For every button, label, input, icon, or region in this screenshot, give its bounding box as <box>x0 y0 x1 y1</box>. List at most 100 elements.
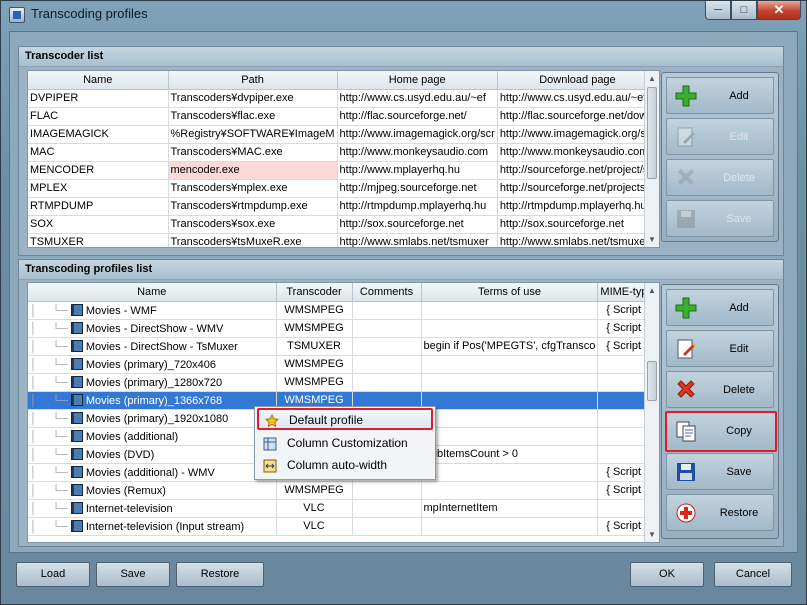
table-row[interactable]: │ └─ Internet-television VLC mpInternetIte… <box>28 499 657 518</box>
ok-button[interactable]: OK <box>630 562 704 587</box>
table-cell[interactable] <box>352 337 422 356</box>
table-cell[interactable]: http://sox.sourceforge.net <box>497 215 659 234</box>
add-profile-button[interactable]: Add <box>666 289 774 326</box>
profile-name-cell[interactable]: │ └─ Movies (additional) <box>28 427 277 446</box>
profile-name-cell[interactable]: │ └─ Movies (primary)_1280x720 <box>28 373 277 392</box>
menu-item-column-auto-width[interactable]: Column auto-width <box>257 455 433 477</box>
column-header[interactable]: Home page <box>337 71 498 90</box>
column-header[interactable]: Transcoder <box>276 283 353 302</box>
table-cell[interactable]: http://flac.sourceforge.net/dow <box>497 107 659 126</box>
minimize-icon[interactable]: ─ <box>705 1 731 20</box>
save-transcoder-button[interactable]: Save <box>666 200 774 237</box>
table-row[interactable]: SOX Transcoders¥sox.exe http://sox.sourcef… <box>28 215 659 234</box>
table-cell[interactable]: WMSMPEG <box>276 319 353 338</box>
table-cell[interactable]: http://www.smlabs.net/tsmuxer <box>337 233 498 247</box>
table-cell[interactable]: TSMUXER <box>28 233 169 247</box>
table-cell[interactable] <box>421 463 599 482</box>
table-cell[interactable]: WMSMPEG <box>276 355 353 374</box>
table-cell[interactable]: http://rtmpdump.mplayerhq.hu/ <box>497 197 659 216</box>
column-header[interactable]: Name <box>28 283 277 302</box>
table-cell[interactable]: IMAGEMAGICK <box>28 125 169 144</box>
profile-name-cell[interactable]: │ └─ Movies (DVD) <box>28 445 277 464</box>
profile-name-cell[interactable]: │ └─ Movies (primary)_1920x1080 <box>28 409 277 428</box>
transcoder-scrollbar[interactable]: ▲ ▼ <box>644 71 659 247</box>
table-cell[interactable]: http://www.mplayerhq.hu <box>337 161 498 180</box>
column-header[interactable]: Comments <box>352 283 422 302</box>
table-row[interactable]: │ └─ Movies - WMF WMSMPEG{ Script } <box>28 301 657 320</box>
table-row[interactable]: MENCODER mencoder.exe http://www.mplayerhq… <box>28 161 659 180</box>
column-header[interactable]: Path <box>168 71 338 90</box>
table-cell[interactable] <box>352 517 422 536</box>
table-cell[interactable]: VLC <box>276 517 353 536</box>
restore-profile-button[interactable]: Restore <box>666 494 774 531</box>
table-cell[interactable]: VLC <box>276 499 353 518</box>
table-cell[interactable]: WMSMPEG <box>276 301 353 320</box>
table-cell[interactable] <box>421 409 599 428</box>
table-row[interactable]: │ └─ Movies - DirectShow - WMV WMSMPEG{ S… <box>28 319 657 338</box>
save-button[interactable]: Save <box>96 562 170 587</box>
table-row[interactable]: │ └─ Internet-television (Input stream) V… <box>28 517 657 536</box>
scroll-up-icon[interactable]: ▲ <box>645 71 659 86</box>
table-cell[interactable] <box>421 373 599 392</box>
profiles-scrollbar[interactable]: ▲ ▼ <box>644 283 659 542</box>
add-transcoder-button[interactable]: Add <box>666 77 774 114</box>
copy-profile-button[interactable]: Copy <box>665 411 777 452</box>
table-cell[interactable]: http://flac.sourceforge.net/ <box>337 107 498 126</box>
scroll-down-icon[interactable]: ▼ <box>645 527 659 542</box>
table-cell[interactable]: SOX <box>28 215 169 234</box>
table-cell[interactable]: %Registry¥SOFTWARE¥ImageM <box>168 125 338 144</box>
table-row[interactable]: TSMUXER Transcoders¥tsMuxeR.exe http://www… <box>28 233 659 247</box>
table-cell[interactable] <box>352 481 422 500</box>
table-cell[interactable]: http://www.imagemagick.org/scr <box>497 125 659 144</box>
table-cell[interactable]: mencoder.exe <box>168 161 338 180</box>
table-cell[interactable]: begin if Pos('MPEGTS', cfgTransco <box>421 337 599 356</box>
table-cell[interactable]: Transcoders¥mplex.exe <box>168 179 338 198</box>
edit-profile-button[interactable]: Edit <box>666 330 774 367</box>
table-cell[interactable]: Transcoders¥flac.exe <box>168 107 338 126</box>
table-cell[interactable]: http://www.cs.usyd.edu.au/~ef <box>337 89 498 108</box>
table-cell[interactable]: http://sox.sourceforge.net <box>337 215 498 234</box>
profile-name-cell[interactable]: │ └─ Internet-television (Input stream) <box>28 517 277 536</box>
table-cell[interactable]: Transcoders¥rtmpdump.exe <box>168 197 338 216</box>
table-cell[interactable]: Transcoders¥tsMuxeR.exe <box>168 233 338 247</box>
restore-button[interactable]: Restore <box>176 562 264 587</box>
table-cell[interactable]: mpInternetItem <box>421 499 599 518</box>
scroll-up-icon[interactable]: ▲ <box>645 283 659 298</box>
profile-name-cell[interactable]: │ └─ Movies (additional) - WMV <box>28 463 277 482</box>
table-cell[interactable] <box>421 427 599 446</box>
table-row[interactable]: │ └─ Movies (Remux) WMSMPEG{ Script } <box>28 481 657 500</box>
table-cell[interactable]: MPLEX <box>28 179 169 198</box>
table-cell[interactable] <box>421 481 599 500</box>
profile-name-cell[interactable]: │ └─ Movies (primary)_720x406 <box>28 355 277 374</box>
profile-name-cell[interactable]: │ └─ Internet-television <box>28 499 277 518</box>
column-header[interactable]: Name <box>28 71 169 90</box>
menu-item-column-customization[interactable]: Column Customization <box>257 433 433 455</box>
table-row[interactable]: MPLEX Transcoders¥mplex.exe http://mjpeg.s… <box>28 179 659 198</box>
table-cell[interactable]: http://sourceforge.net/projects/ <box>497 179 659 198</box>
table-cell[interactable]: DVPIPER <box>28 89 169 108</box>
profile-name-cell[interactable]: │ └─ Movies (Remux) <box>28 481 277 500</box>
column-header[interactable]: Download page <box>497 71 659 90</box>
table-cell[interactable] <box>352 355 422 374</box>
profile-name-cell[interactable]: │ └─ Movies (primary)_1366x768 <box>28 391 277 410</box>
table-cell[interactable]: http://www.monkeysaudio.com/ <box>497 143 659 162</box>
table-cell[interactable] <box>352 373 422 392</box>
profile-name-cell[interactable]: │ └─ Movies - DirectShow - TsMuxer <box>28 337 277 356</box>
title-bar[interactable]: Transcoding profiles ─ □ ✕ <box>1 1 806 29</box>
scroll-thumb[interactable] <box>647 87 657 179</box>
table-row[interactable]: RTMPDUMP Transcoders¥rtmpdump.exe http://r… <box>28 197 659 216</box>
load-button[interactable]: Load <box>16 562 90 587</box>
table-row[interactable]: MAC Transcoders¥MAC.exe http://www.monkeys… <box>28 143 659 162</box>
delete-profile-button[interactable]: Delete <box>666 371 774 408</box>
table-cell[interactable]: TSMUXER <box>276 337 353 356</box>
table-cell[interactable]: SubItemsCount > 0 <box>421 445 599 464</box>
table-cell[interactable]: http://mjpeg.sourceforge.net <box>337 179 498 198</box>
table-cell[interactable]: http://www.imagemagick.org/scr <box>337 125 498 144</box>
table-cell[interactable]: http://www.cs.usyd.edu.au/~ef <box>497 89 659 108</box>
table-cell[interactable] <box>421 355 599 374</box>
table-cell[interactable]: http://rtmpdump.mplayerhq.hu <box>337 197 498 216</box>
table-row[interactable]: IMAGEMAGICK %Registry¥SOFTWARE¥ImageM http… <box>28 125 659 144</box>
table-cell[interactable]: http://sourceforge.net/project/s <box>497 161 659 180</box>
table-cell[interactable] <box>421 517 599 536</box>
table-row[interactable]: │ └─ Movies - DirectShow - TsMuxer TSMUXE… <box>28 337 657 356</box>
